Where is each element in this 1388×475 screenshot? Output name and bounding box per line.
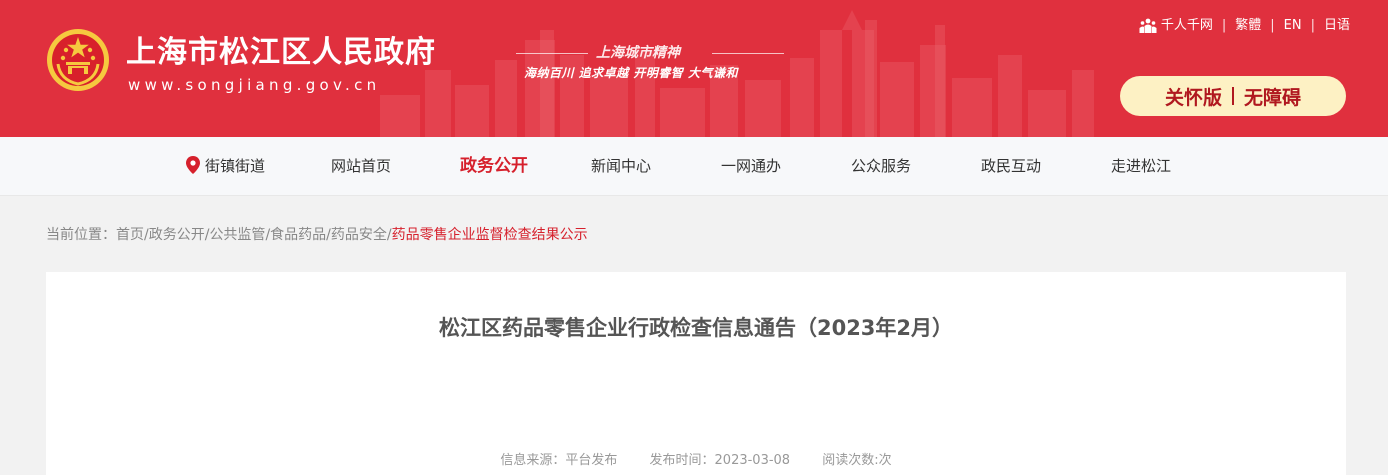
article-card: 松江区药品零售企业行政检查信息通告（2023年2月） 信息来源：平台发布 发布时… xyxy=(46,272,1346,475)
meta-source-value: 平台发布 xyxy=(565,453,618,468)
meta-views-unit: 次 xyxy=(878,453,892,468)
nav-item-public-service[interactable]: 公众服务 xyxy=(851,137,911,196)
accessibility-button[interactable]: 无障碍 xyxy=(1244,83,1301,110)
article-meta: 信息来源：平台发布 发布时间：2023-03-08 阅读次数:次 xyxy=(46,452,1346,470)
top-links: 千人千网 | 繁體 | EN | 日语 xyxy=(1139,16,1350,36)
header-banner: 上海市松江区人民政府 www.songjiang.gov.cn 上海城市精神 海… xyxy=(0,0,1388,137)
care-version-button[interactable]: 关怀版 xyxy=(1165,83,1222,110)
main-nav: 街镇街道 网站首页 政务公开 新闻中心 一网通办 公众服务 政民互动 走进松江 xyxy=(0,137,1388,196)
meta-date-value: 2023-03-08 xyxy=(714,453,791,468)
breadcrumb-gov-open[interactable]: 政务公开 xyxy=(149,227,205,243)
link-separator: | xyxy=(1270,18,1275,33)
meta-views-label: 阅读次数: xyxy=(822,453,879,468)
city-spirit-title: 上海城市精神 xyxy=(596,45,680,61)
nav-item-streets[interactable]: 街镇街道 xyxy=(186,137,265,196)
link-separator: | xyxy=(1310,18,1315,33)
japanese-link[interactable]: 日语 xyxy=(1324,16,1350,36)
breadcrumb-public-supervision[interactable]: 公共监管 xyxy=(209,227,265,243)
map-pin-icon xyxy=(186,156,200,174)
site-title[interactable]: 上海市松江区人民政府 xyxy=(126,36,436,70)
link-separator: | xyxy=(1221,18,1227,33)
nav-item-interaction[interactable]: 政民互动 xyxy=(981,137,1041,196)
nav-item-news[interactable]: 新闻中心 xyxy=(591,137,651,196)
national-emblem-icon[interactable] xyxy=(46,28,110,92)
site-url[interactable]: www.songjiang.gov.cn xyxy=(128,76,380,94)
nav-item-about[interactable]: 走进松江 xyxy=(1111,137,1171,196)
english-link[interactable]: EN xyxy=(1284,16,1302,36)
meta-date: 发布时间：2023-03-08 xyxy=(650,453,791,468)
meta-source-label: 信息来源： xyxy=(500,453,566,468)
breadcrumb-current[interactable]: 药品零售企业监督检查结果公示 xyxy=(392,227,588,243)
city-spirit-slogan: 海纳百川 追求卓越 开明睿智 大气谦和 xyxy=(524,66,739,80)
thousands-link[interactable]: 千人千网 xyxy=(1161,16,1213,36)
nav-label: 街镇街道 xyxy=(205,157,266,175)
article-title: 松江区药品零售企业行政检查信息通告（2023年2月） xyxy=(438,316,954,340)
breadcrumb: 当前位置：首页/政务公开/公共监管/食品药品/药品安全/药品零售企业监督检查结果… xyxy=(46,225,588,245)
meta-source: 信息来源：平台发布 xyxy=(500,453,617,468)
traditional-chinese-link[interactable]: 繁體 xyxy=(1235,16,1261,36)
people-icon xyxy=(1139,18,1157,33)
spirit-divider-left xyxy=(516,53,588,54)
nav-item-one-net[interactable]: 一网通办 xyxy=(721,137,781,196)
pill-divider xyxy=(1232,87,1234,105)
nav-item-gov-open[interactable]: 政务公开 xyxy=(460,137,528,196)
spirit-divider-right xyxy=(712,53,784,54)
breadcrumb-food-drug[interactable]: 食品药品 xyxy=(270,227,326,243)
breadcrumb-home[interactable]: 首页 xyxy=(116,227,144,243)
breadcrumb-drug-safety[interactable]: 药品安全 xyxy=(331,227,387,243)
meta-views: 阅读次数:次 xyxy=(822,453,891,468)
breadcrumb-prefix: 当前位置： xyxy=(46,227,116,243)
accessibility-pill: 关怀版 无障碍 xyxy=(1120,76,1346,116)
nav-item-home[interactable]: 网站首页 xyxy=(331,137,391,196)
meta-date-label: 发布时间： xyxy=(649,453,715,468)
